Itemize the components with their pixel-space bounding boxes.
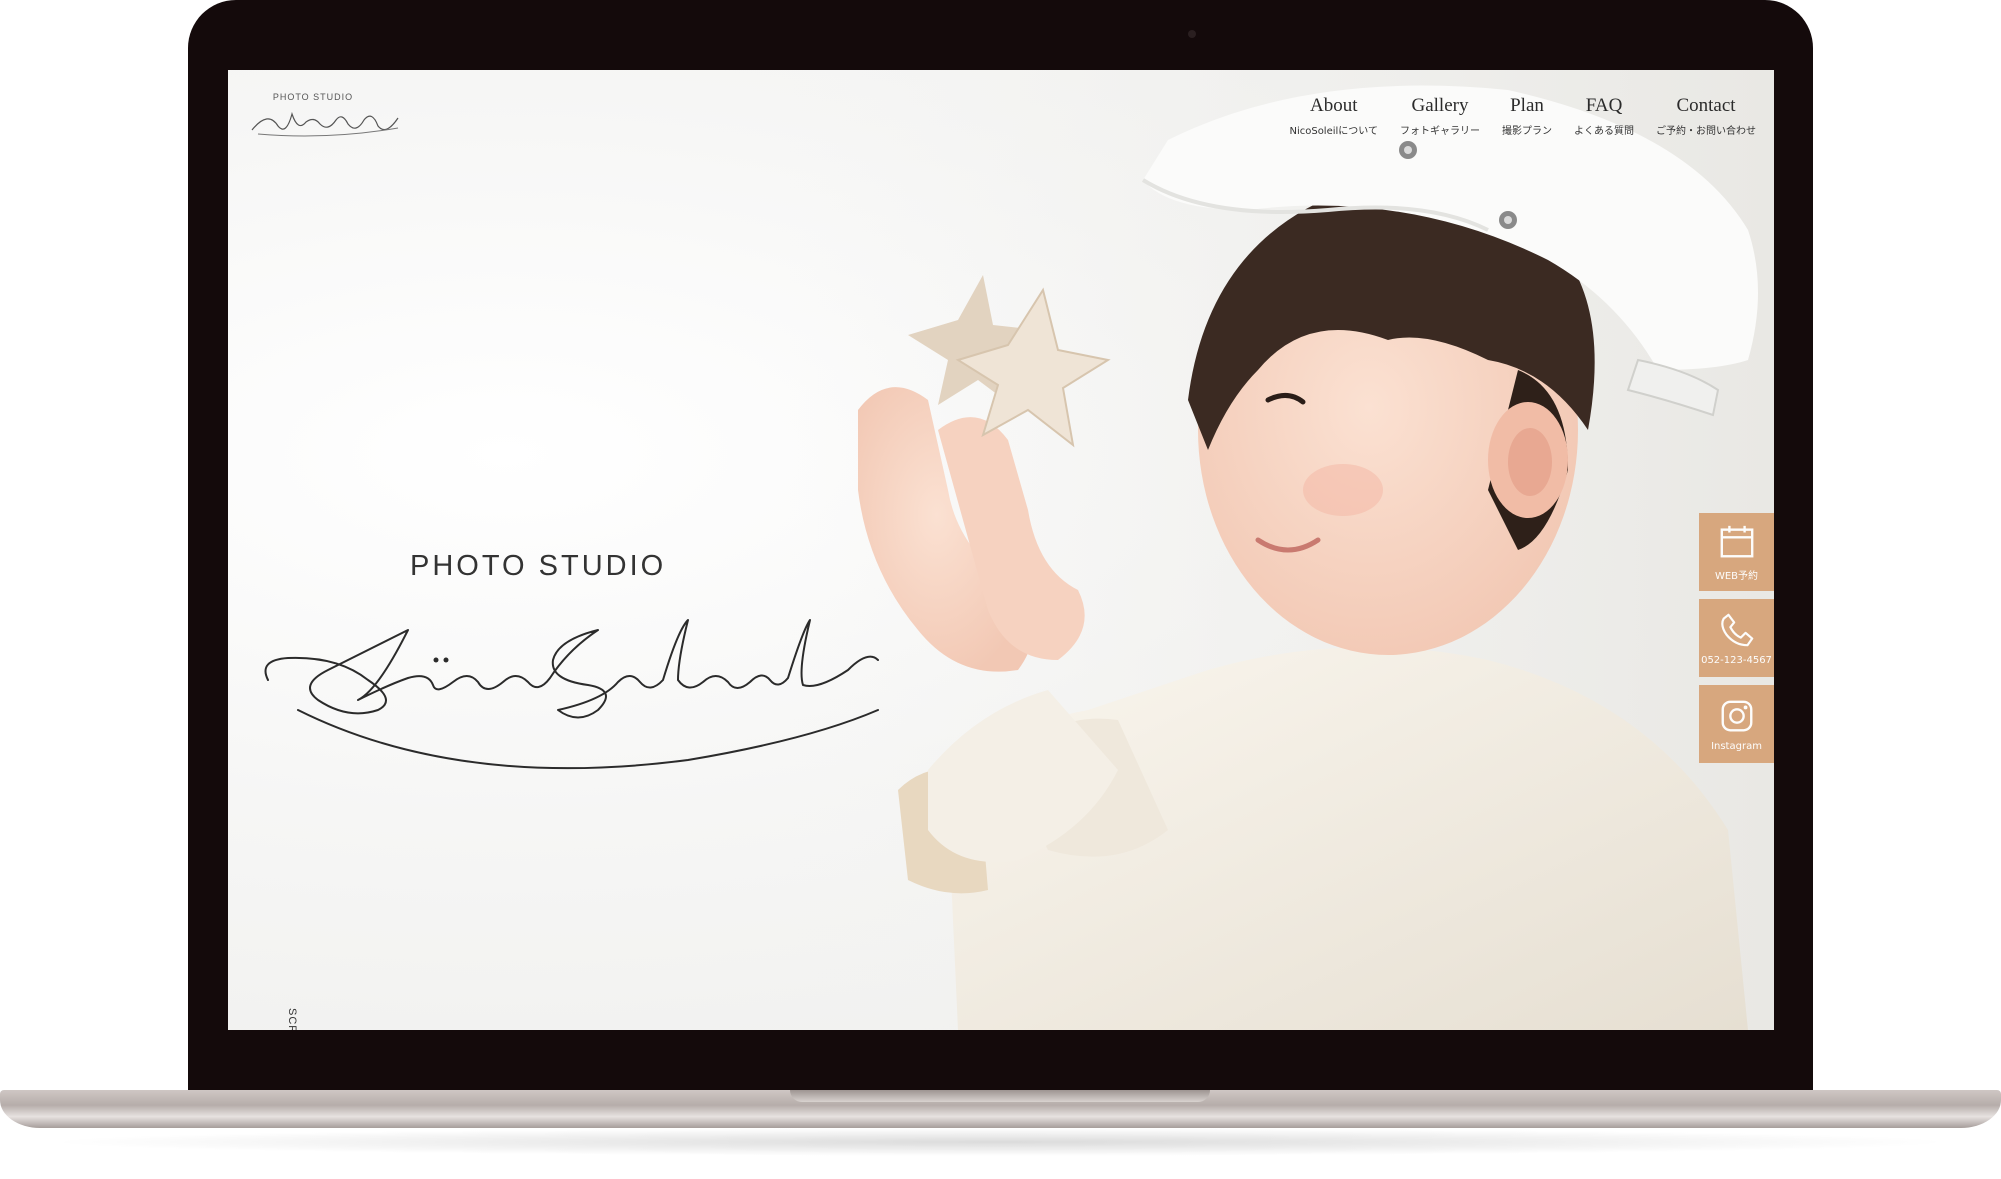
nav-contact-sublabel: ご予約・お問い合わせ [1656, 126, 1756, 137]
nav-contact[interactable]: Contact ご予約・お問い合わせ [1656, 94, 1756, 137]
website-screen: PHOTO STUDIO About NicoSoleilについて Galler… [228, 70, 1774, 1030]
hero-photo [788, 70, 1774, 1030]
web-reserve-label: WEB予約 [1714, 570, 1759, 582]
nav-about[interactable]: About NicoSoleilについて [1289, 94, 1378, 137]
phone-icon [1720, 613, 1753, 646]
phone-button[interactable]: 052-123-4567 [1699, 599, 1774, 677]
header-logo[interactable]: PHOTO STUDIO [248, 92, 418, 140]
laptop-notch [790, 1090, 1210, 1102]
nav-about-sublabel: NicoSoleilについて [1289, 126, 1378, 137]
nav-gallery[interactable]: Gallery フォトギャラリー [1400, 94, 1480, 137]
logo-script-icon [251, 111, 399, 137]
nav-gallery-label: Gallery [1411, 95, 1469, 116]
hero-caption: PHOTO STUDIO [410, 550, 667, 582]
side-actions: WEB予約 052-123-4567 Instagram [1699, 513, 1774, 771]
nav-plan-sublabel: 撮影プラン [1502, 126, 1552, 137]
scroll-indicator[interactable]: SCROLL [286, 1008, 298, 1030]
nav-faq-sublabel: よくある質問 [1574, 126, 1634, 137]
nav-plan[interactable]: Plan 撮影プラン [1502, 94, 1552, 137]
nav-faq-label: FAQ [1585, 95, 1623, 116]
nav-about-label: About [1309, 95, 1358, 116]
phone-label: 052-123-4567 [1701, 654, 1772, 666]
nav-contact-label: Contact [1676, 95, 1736, 116]
web-reserve-button[interactable]: WEB予約 [1699, 513, 1774, 591]
logo-caption: PHOTO STUDIO [272, 92, 354, 102]
nav-faq[interactable]: FAQ よくある質問 [1574, 94, 1634, 137]
main-nav: About NicoSoleilについて Gallery フォトギャラリー Pl… [1289, 94, 1756, 137]
nav-plan-label: Plan [1510, 95, 1544, 116]
camera-dot [1188, 30, 1196, 38]
instagram-icon [1721, 700, 1752, 731]
nav-gallery-sublabel: フォトギャラリー [1400, 126, 1480, 137]
hero-script-logo-icon [264, 619, 879, 770]
instagram-button[interactable]: Instagram [1699, 685, 1774, 763]
calendar-icon [1720, 525, 1753, 557]
instagram-label: Instagram [1711, 740, 1762, 752]
laptop-shadow [40, 1128, 1960, 1156]
